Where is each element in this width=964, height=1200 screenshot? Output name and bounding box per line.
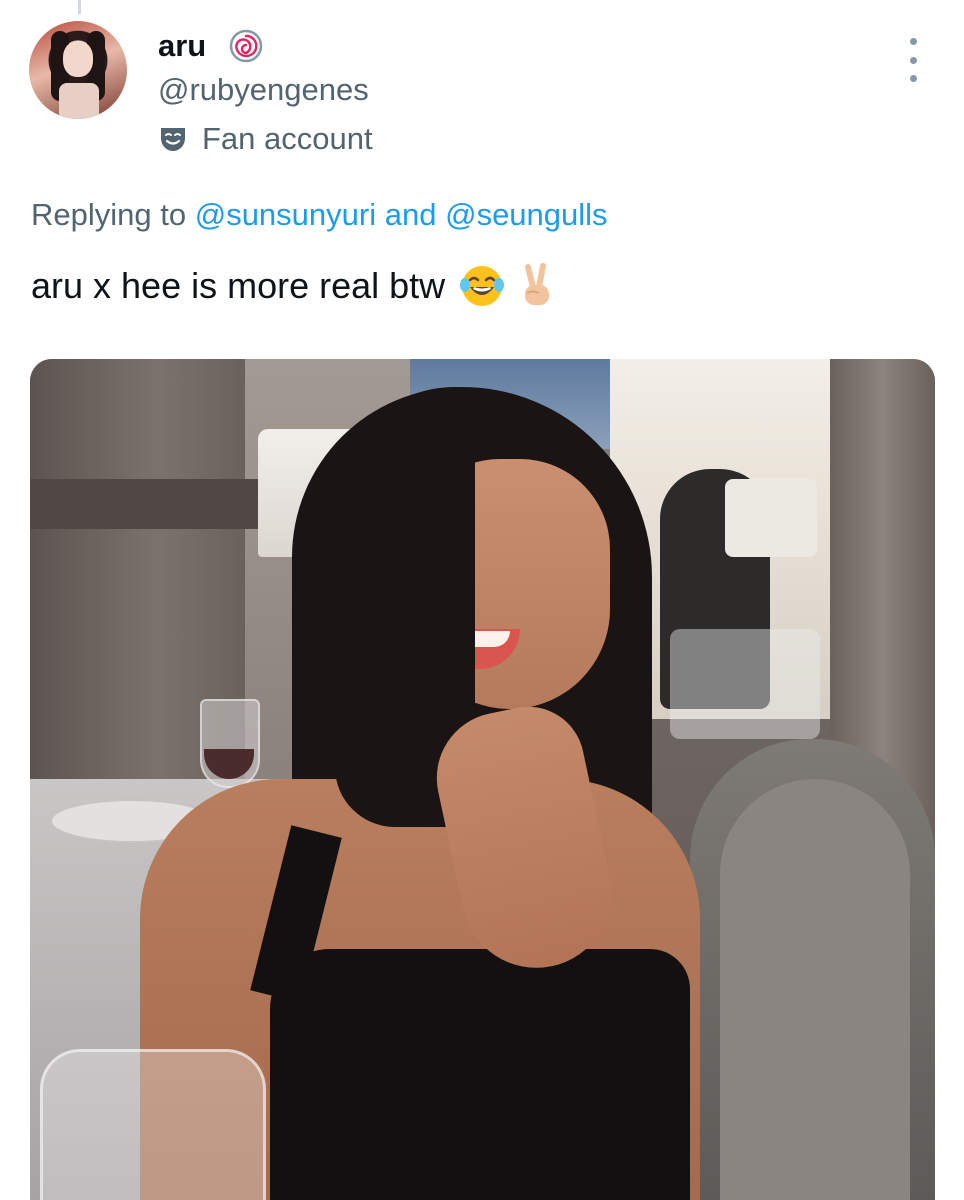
face-with-tears-of-joy-emoji (460, 266, 505, 306)
more-options-button[interactable] (900, 38, 926, 82)
avatar-face (63, 41, 93, 77)
reply-and-text[interactable]: and (385, 197, 437, 232)
user-handle[interactable]: @rubyengenes (158, 70, 369, 110)
tweet-media-photo[interactable] (30, 359, 935, 1200)
spiral-badge-icon (229, 29, 263, 63)
photo-foreground-glass (40, 1049, 266, 1200)
reply-mention-link[interactable]: @seungulls (445, 197, 607, 232)
photo-chair-back (720, 779, 910, 1200)
photo-column-cap (30, 479, 265, 529)
tweet-body: aru x hee is more real btw (31, 265, 446, 306)
photo-lamp-shade-right (725, 479, 817, 557)
affiliation-row: Fan account (158, 118, 373, 160)
tweet-text: aru x hee is more real btw (31, 262, 557, 310)
more-vertical-icon (909, 38, 917, 45)
thread-connector-line (78, 0, 81, 14)
photo-dress (270, 949, 690, 1200)
photo-glassware (670, 629, 820, 739)
more-vertical-icon-dot (909, 75, 917, 82)
avatar-clothing (59, 83, 99, 119)
more-vertical-icon-dot (909, 56, 917, 64)
replying-to-line: Replying to @sunsunyuri and @seungulls (31, 194, 608, 236)
affiliation-label: Fan account (202, 121, 373, 156)
reply-mention-link[interactable]: @sunsunyuri (195, 197, 376, 232)
display-name[interactable]: aru (158, 27, 206, 65)
theater-mask-icon (161, 128, 185, 151)
avatar[interactable] (29, 21, 127, 119)
reply-prefix: Replying to (31, 197, 187, 232)
victory-hand-emoji (525, 263, 550, 305)
